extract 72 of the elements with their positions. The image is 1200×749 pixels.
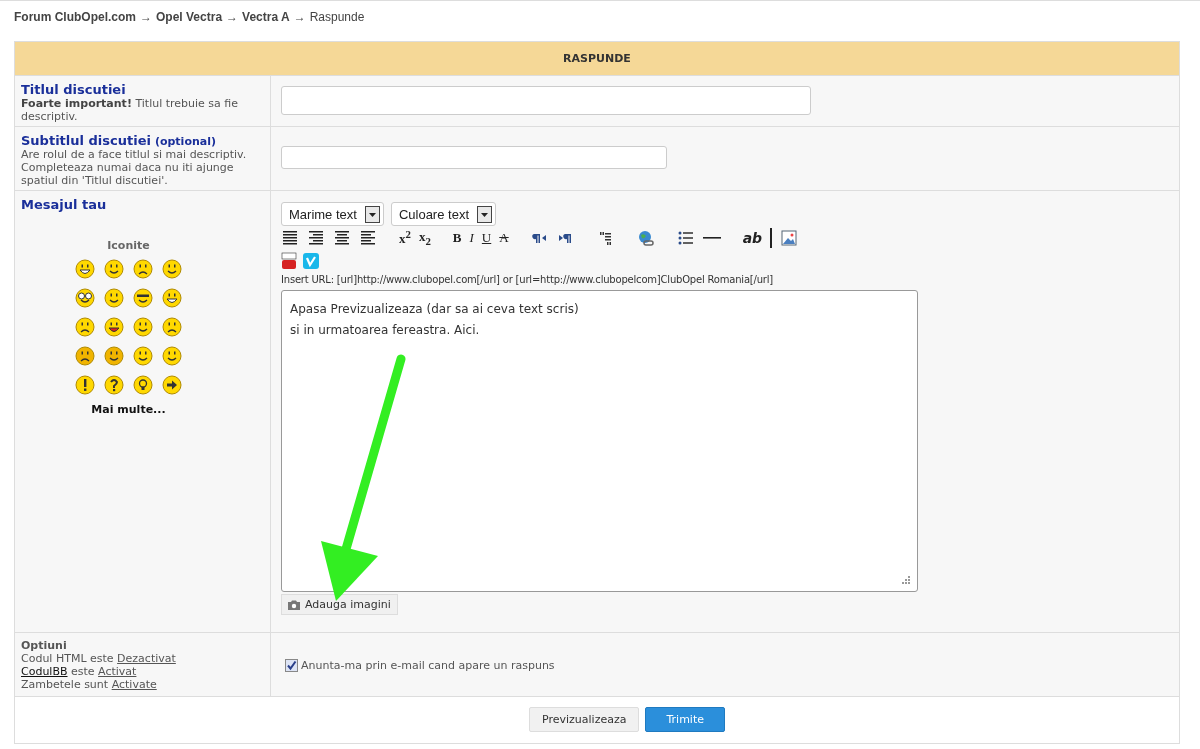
breadcrumb-separator: → xyxy=(140,10,152,26)
preview-button[interactable]: Previzualizeaza xyxy=(529,707,640,732)
title-input[interactable] xyxy=(281,86,811,115)
align-left-icon[interactable] xyxy=(359,230,377,246)
caret-icon xyxy=(477,205,492,223)
breadcrumb-separator: → xyxy=(226,10,239,26)
option-link[interactable]: Activat xyxy=(98,665,137,678)
smiley-icon[interactable] xyxy=(75,317,95,337)
format-button[interactable]: x$_{2}$ xyxy=(418,229,431,247)
smiley-icon[interactable] xyxy=(133,317,153,337)
optional-tag: (optional) xyxy=(154,135,216,148)
field-label: Subtitlul discutiei xyxy=(21,133,151,148)
breadcrumb-separator: → xyxy=(293,10,306,26)
format-button[interactable]: x$^{2}$ xyxy=(399,228,411,248)
format-button[interactable]: A xyxy=(499,230,509,246)
message-field[interactable]: Apasa Previzualizeaza (dar sa ai ceva text scris) si in urmatoarea fereastra. Aici. xyxy=(281,290,918,592)
smiley-icon[interactable] xyxy=(104,317,124,337)
dropdown[interactable]: Culoare text xyxy=(390,202,496,226)
option-line: Zambetele sunt Activate xyxy=(21,678,158,691)
smiley-icon[interactable] xyxy=(104,375,124,395)
smiley-icon[interactable] xyxy=(133,288,153,308)
more-smilies-link[interactable]: Mai multe... xyxy=(91,403,166,416)
checkbox-label: Anunta-ma prin e-mail cand apare un raspuns xyxy=(301,658,555,672)
options-title: Optiuni xyxy=(21,639,68,652)
smiley-icon[interactable] xyxy=(104,346,124,366)
camera-icon xyxy=(288,599,300,610)
format-button[interactable]: ab xyxy=(742,230,763,246)
smilies-title: Iconite xyxy=(107,239,150,252)
option-link[interactable]: Activate xyxy=(111,678,157,691)
option-line: CodulBB este Activat xyxy=(21,665,138,678)
form-header: RASPUNDE xyxy=(15,42,1179,75)
smiley-icon[interactable] xyxy=(162,375,182,395)
smiley-icon[interactable] xyxy=(133,346,153,366)
caret-icon xyxy=(364,205,380,223)
breadcrumb-link[interactable]: Vectra A xyxy=(242,10,290,32)
field-hint: Foarte important! Titlul trebuie sa fie descriptiv. xyxy=(21,97,240,123)
option-link[interactable]: CodulBB xyxy=(21,665,68,678)
resize-grip-icon[interactable] xyxy=(900,574,910,584)
smiley-icon[interactable] xyxy=(75,375,95,395)
smiley-icon[interactable] xyxy=(162,288,182,308)
image-icon[interactable] xyxy=(780,230,799,246)
globe-link-icon[interactable] xyxy=(636,230,655,246)
field-label: Titlul discutiei xyxy=(21,82,127,97)
smiley-icon[interactable] xyxy=(162,317,182,337)
field-label: Mesajul tau xyxy=(21,197,108,212)
option-line: Codul HTML este Dezactivat xyxy=(21,652,177,665)
breadcrumb-link[interactable]: Forum ClubOpel.com xyxy=(14,10,136,32)
breadcrumb-link[interactable]: Opel Vectra xyxy=(156,10,223,32)
smiley-icon[interactable] xyxy=(104,259,124,279)
smiley-icon[interactable] xyxy=(133,259,153,279)
add-images-button[interactable]: Adauga imagini xyxy=(281,594,398,615)
align-center-icon[interactable] xyxy=(333,230,351,246)
smiley-icon[interactable] xyxy=(75,259,95,279)
breadcrumb-current: Raspunde xyxy=(309,10,365,26)
option-link[interactable]: Dezactivat xyxy=(117,652,176,665)
url-hint: Insert URL: [url]http://www.clubopel.com[/url] or [url=http://www.clubopelcom]ClubOpel Romania[/url] xyxy=(281,274,775,285)
bullet-list-icon[interactable] xyxy=(676,230,695,246)
smiley-icon[interactable] xyxy=(162,259,182,279)
dropdown[interactable]: Marime text xyxy=(281,202,384,226)
field-hint: Are rolul de a face titlul si mai descriptiv. Completeaza numai daca nu iti ajunge spatiul din 'Titlul discutiei'. xyxy=(21,148,248,187)
smiley-icon[interactable] xyxy=(75,346,95,366)
smiley-icon[interactable] xyxy=(162,346,182,366)
smiley-icon[interactable] xyxy=(104,288,124,308)
format-button[interactable]: I xyxy=(469,230,474,246)
format-button[interactable]: U xyxy=(481,230,492,246)
align-right-icon[interactable] xyxy=(307,230,325,246)
subtitle-input[interactable] xyxy=(281,146,667,169)
format-button[interactable]: B xyxy=(452,230,462,246)
smiley-icon[interactable] xyxy=(75,288,95,308)
align-justify-icon[interactable] xyxy=(281,230,299,246)
checkbox[interactable] xyxy=(285,658,298,672)
smiley-icon[interactable] xyxy=(133,375,153,395)
